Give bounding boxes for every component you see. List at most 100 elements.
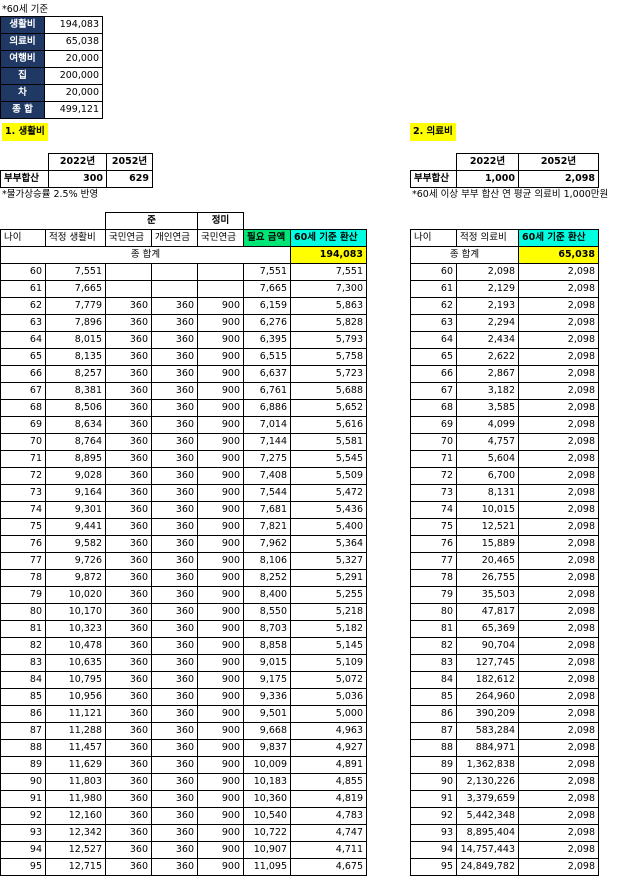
table-cell: 8,106 (243, 552, 291, 570)
table-cell: 8,895,404 (456, 824, 519, 842)
table-cell: 5,581 (290, 433, 367, 451)
table-cell: 2,098 (518, 688, 599, 706)
table-cell: 86 (410, 705, 457, 723)
table-row: 74 9,301 360 360 900 7,681 5,436 (0, 501, 367, 519)
table-row: 70 8,764 360 360 900 7,144 5,581 (0, 433, 367, 451)
column-header: 적정 생활비 (45, 229, 106, 247)
table-cell: 79 (0, 586, 46, 604)
table-cell: 9,015 (243, 654, 291, 672)
table-cell: 11,629 (45, 756, 106, 774)
table-cell: 68 (410, 399, 457, 417)
table-cell: 12,160 (45, 807, 106, 825)
table-cell: 360 (105, 688, 152, 706)
table-cell: 2,098 (518, 722, 599, 740)
table-row: 72 6,700 2,098 (410, 467, 599, 485)
table-cell: 5,109 (290, 654, 367, 672)
table-row: 82 90,704 2,098 (410, 637, 599, 655)
table-cell: 5,072 (290, 671, 367, 689)
table-cell: 65,369 (456, 620, 519, 638)
table-row: 74 10,015 2,098 (410, 501, 599, 519)
table-row: 93 12,342 360 360 900 10,722 4,747 (0, 824, 367, 842)
table-cell: 67 (410, 382, 457, 400)
table-cell: 11,288 (45, 722, 106, 740)
table-cell: 11,095 (243, 858, 291, 876)
table-cell: 2,098 (518, 331, 599, 349)
table-cell: 2,098 (518, 756, 599, 774)
table-cell: 2,098 (518, 620, 599, 638)
summary-label: 종 합 (0, 101, 45, 119)
table-row: 87 11,288 360 360 900 9,668 4,963 (0, 722, 367, 740)
table-row: 76 9,582 360 360 900 7,962 5,364 (0, 535, 367, 553)
table-cell: 360 (105, 365, 152, 383)
table-cell: 7,300 (290, 280, 367, 298)
total-value: 194,083 (290, 246, 367, 264)
table-cell: 3,182 (456, 382, 519, 400)
table-cell: 91 (0, 790, 46, 808)
table-cell: 66 (410, 365, 457, 383)
table-cell: 2,098 (518, 637, 599, 655)
table-cell: 47,817 (456, 603, 519, 621)
table-cell: 900 (197, 569, 244, 587)
summary-value: 499,121 (44, 101, 103, 119)
table-cell: 900 (197, 807, 244, 825)
table-cell: 10,183 (243, 773, 291, 791)
living-couple-table: 2022년 2052년 부부합산 300 629 (0, 153, 153, 188)
table-row: 61 2,129 2,098 (410, 280, 599, 298)
table-cell: 12,527 (45, 841, 106, 859)
table-cell: 79 (410, 586, 457, 604)
table-cell: 360 (151, 603, 198, 621)
table-cell: 8,257 (45, 365, 106, 383)
table-cell: 4,711 (290, 841, 367, 859)
table-cell: 5,616 (290, 416, 367, 434)
table-row: 88 884,971 2,098 (410, 739, 599, 757)
table-cell: 360 (151, 382, 198, 400)
living-note: *물가상승률 2.5% 반영 (2, 189, 99, 200)
table-cell: 5,255 (290, 586, 367, 604)
table-row: 67 8,381 360 360 900 6,761 5,688 (0, 382, 367, 400)
table-cell: 64 (0, 331, 46, 349)
summary-value: 194,083 (44, 16, 103, 34)
couple-label: 부부합산 (410, 170, 457, 188)
table-cell: 81 (410, 620, 457, 638)
table-row: 84 10,795 360 360 900 9,175 5,072 (0, 671, 367, 689)
table-cell: 20,465 (456, 552, 519, 570)
table-cell: 5,218 (290, 603, 367, 621)
table-cell: 900 (197, 450, 244, 468)
table-cell: 5,327 (290, 552, 367, 570)
table-row: 69 8,634 360 360 900 7,014 5,616 (0, 416, 367, 434)
table-cell: 360 (151, 739, 198, 757)
table-cell: 360 (151, 773, 198, 791)
couple-value: 629 (106, 170, 153, 188)
summary-row: 차 20,000 (0, 84, 103, 102)
table-cell: 900 (197, 484, 244, 502)
couple-value: 1,000 (456, 170, 519, 188)
table-row: 62 7,779 360 360 900 6,159 5,863 (0, 297, 367, 315)
table-cell: 9,441 (45, 518, 106, 536)
table-cell: 65 (0, 348, 46, 366)
table-cell: 4,675 (290, 858, 367, 876)
table-cell: 8,131 (456, 484, 519, 502)
table-cell: 2,098 (518, 654, 599, 672)
table-cell: 6,886 (243, 399, 291, 417)
table-cell (197, 263, 244, 281)
table-cell: 70 (410, 433, 457, 451)
table-cell: 8,135 (45, 348, 106, 366)
table-cell: 360 (151, 348, 198, 366)
table-cell: 360 (151, 297, 198, 315)
table-cell: 2,098 (518, 365, 599, 383)
table-cell: 900 (197, 552, 244, 570)
column-header: 60세 기준 환산 (290, 229, 367, 247)
table-cell: 93 (410, 824, 457, 842)
table-cell: 92 (410, 807, 457, 825)
table-cell: 89 (410, 756, 457, 774)
table-cell: 90,704 (456, 637, 519, 655)
table-row: 64 2,434 2,098 (410, 331, 599, 349)
table-cell: 5,442,348 (456, 807, 519, 825)
table-cell: 5,182 (290, 620, 367, 638)
table-cell: 900 (197, 671, 244, 689)
table-cell: 10,907 (243, 841, 291, 859)
table-cell: 7,408 (243, 467, 291, 485)
table-cell: 360 (151, 824, 198, 842)
table-cell: 360 (105, 858, 152, 876)
table-row: 94 12,527 360 360 900 10,907 4,711 (0, 841, 367, 859)
